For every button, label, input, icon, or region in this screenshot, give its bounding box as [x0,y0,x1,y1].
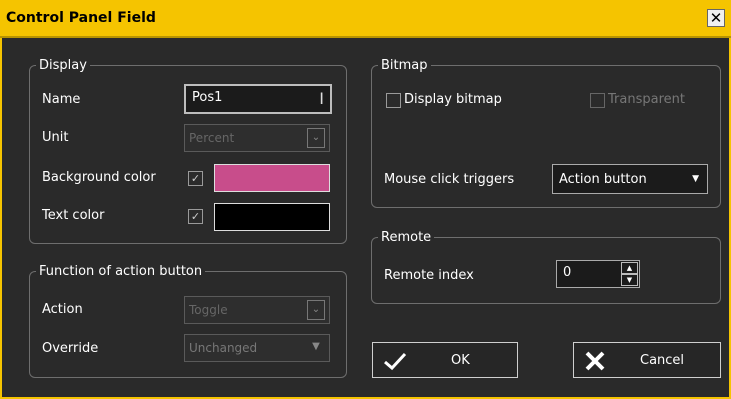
ok-button[interactable]: OK [372,342,518,378]
action-value: Toggle [189,303,228,317]
name-label: Name [42,92,81,107]
remote-group: Remote [371,230,721,304]
mouse-click-value: Action button [559,172,647,187]
name-input[interactable]: Pos1 I [184,84,332,114]
text-cursor-icon: I [319,89,324,108]
bitmap-legend: Bitmap [381,58,428,73]
remote-legend: Remote [381,230,432,245]
remote-index-value: 0 [563,265,572,280]
unit-dropdown[interactable]: Percent ⌄ [184,124,330,152]
window-title: Control Panel Field [6,10,156,26]
unit-value: Percent [189,131,235,145]
close-icon: ✕ [709,9,723,27]
background-color-swatch[interactable] [214,164,330,192]
override-dropdown-icon: ▼ [312,341,320,352]
cancel-button[interactable]: Cancel [573,342,721,378]
remote-index-stepper[interactable]: ▲ ▼ [621,262,638,286]
text-color-swatch[interactable] [214,203,330,231]
display-legend: Display [39,58,87,73]
action-label: Action [42,302,83,317]
override-dropdown[interactable]: Unchanged ▼ [184,334,330,362]
override-label: Override [42,341,99,356]
transparent-checkbox[interactable] [590,93,605,108]
mouse-click-dropdown[interactable]: Action button ▼ [552,164,708,194]
transparent-label: Transparent [608,92,685,107]
stepper-up-icon[interactable]: ▲ [621,262,638,274]
cancel-label: Cancel [640,353,685,368]
mouse-click-label: Mouse click triggers [384,172,515,187]
background-color-checkbox[interactable]: ✓ [188,171,203,186]
display-bitmap-label: Display bitmap [404,92,502,107]
action-dropdown[interactable]: Toggle ⌄ [184,296,330,324]
action-dropdown-icon: ⌄ [307,300,325,320]
name-value: Pos1 [192,90,223,105]
mouse-click-dropdown-icon: ▼ [692,174,699,184]
override-value: Unchanged [189,341,258,355]
text-color-checkbox[interactable]: ✓ [188,209,203,224]
checkmark-icon [384,352,407,371]
unit-dropdown-icon: ⌄ [307,128,325,148]
unit-label: Unit [42,130,69,145]
stepper-down-icon[interactable]: ▼ [621,274,638,286]
cross-icon [585,351,605,371]
title-bar: Control Panel Field ✕ [0,0,731,38]
ok-label: OK [451,353,470,368]
remote-index-label: Remote index [384,268,474,283]
text-color-label: Text color [42,208,105,223]
function-legend: Function of action button [39,264,203,279]
dialog-body: Display Name Pos1 I Unit Percent ⌄ Backg… [0,38,731,399]
background-color-label: Background color [42,170,156,185]
display-bitmap-checkbox[interactable] [386,93,401,108]
close-button[interactable]: ✕ [707,9,725,27]
